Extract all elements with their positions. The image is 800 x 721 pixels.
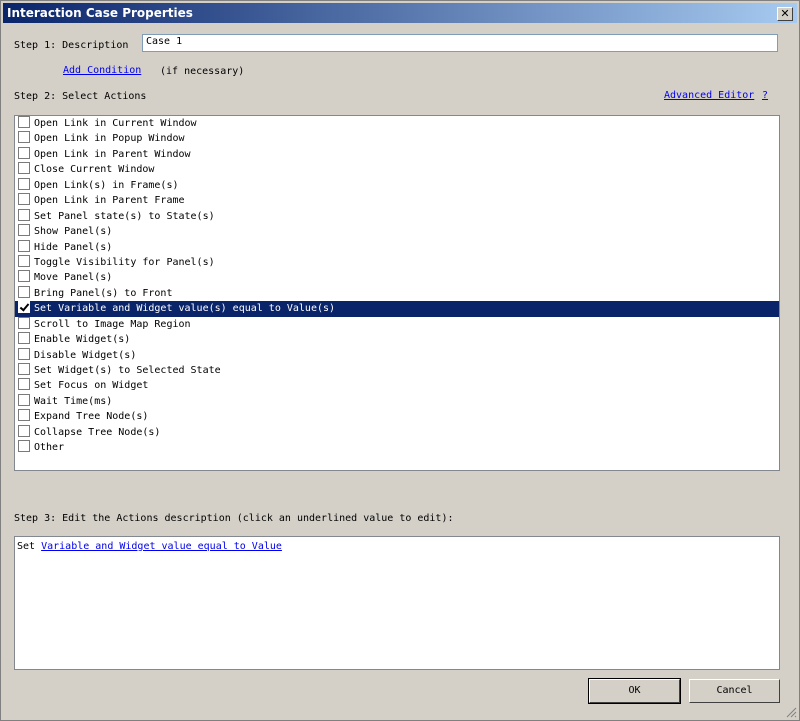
action-item[interactable]: Show Panel(s) bbox=[15, 224, 779, 239]
close-icon[interactable]: ✕ bbox=[777, 7, 793, 21]
dialog-window: Interaction Case Properties ✕ Step 1: De… bbox=[0, 0, 800, 721]
action-checkbox[interactable] bbox=[18, 378, 30, 391]
action-checkbox[interactable] bbox=[18, 224, 30, 237]
action-item[interactable]: Open Link in Current Window bbox=[15, 116, 779, 131]
action-item[interactable]: Enable Widget(s) bbox=[15, 332, 779, 347]
action-checkbox[interactable] bbox=[18, 208, 30, 221]
action-item[interactable]: Move Panel(s) bbox=[15, 270, 779, 285]
description-value-link[interactable]: Variable and Widget value equal to Value bbox=[41, 541, 282, 552]
action-checkbox[interactable] bbox=[18, 440, 30, 453]
title-bar[interactable]: Interaction Case Properties ✕ bbox=[3, 3, 797, 23]
step2-label: Step 2: Select Actions bbox=[14, 91, 147, 102]
advanced-editor-link[interactable]: Advanced Editor bbox=[664, 90, 754, 101]
action-checkbox[interactable] bbox=[18, 254, 30, 267]
step3-label: Step 3: Edit the Actions description (cl… bbox=[14, 513, 454, 524]
action-item[interactable]: Open Link(s) in Frame(s) bbox=[15, 177, 779, 193]
action-label: Set Variable and Widget value(s) equal t… bbox=[34, 303, 336, 315]
cancel-button[interactable]: Cancel bbox=[689, 679, 780, 703]
action-label: Scroll to Image Map Region bbox=[34, 318, 191, 330]
description-prefix: Set bbox=[17, 541, 42, 552]
action-item[interactable]: Wait Time(ms) bbox=[15, 393, 779, 409]
description-input[interactable]: Case 1 bbox=[142, 34, 778, 52]
action-label: Move Panel(s) bbox=[34, 272, 113, 284]
action-checkbox[interactable] bbox=[18, 162, 30, 175]
action-checkbox[interactable] bbox=[18, 332, 30, 345]
action-checkbox[interactable] bbox=[18, 131, 30, 144]
action-checkbox[interactable] bbox=[18, 285, 30, 298]
action-label: Open Link in Popup Window bbox=[34, 133, 185, 145]
action-item[interactable]: Scroll to Image Map Region bbox=[15, 316, 779, 332]
action-label: Show Panel(s) bbox=[34, 226, 113, 238]
ok-button[interactable]: OK bbox=[588, 678, 681, 704]
action-checkbox[interactable] bbox=[18, 424, 30, 437]
actions-list[interactable]: Open Link in Current Window Open Link in … bbox=[14, 115, 780, 471]
action-item[interactable]: Open Link in Parent Frame bbox=[15, 193, 779, 208]
action-label: Open Link in Parent Window bbox=[34, 148, 191, 160]
action-checkbox[interactable] bbox=[18, 347, 30, 360]
action-item[interactable]: Hide Panel(s) bbox=[15, 239, 779, 255]
action-checkbox[interactable] bbox=[18, 316, 30, 329]
action-item[interactable]: Set Widget(s) to Selected State bbox=[15, 363, 779, 378]
action-item[interactable]: Toggle Visibility for Panel(s) bbox=[15, 254, 779, 270]
action-checkbox[interactable] bbox=[18, 116, 30, 128]
action-label: Open Link(s) in Frame(s) bbox=[34, 179, 179, 191]
action-label: Open Link in Parent Frame bbox=[34, 195, 185, 207]
action-item[interactable]: Bring Panel(s) to Front bbox=[15, 285, 779, 301]
action-checkbox[interactable] bbox=[18, 193, 30, 206]
action-checkbox[interactable] bbox=[18, 177, 30, 190]
action-label: Set Widget(s) to Selected State bbox=[34, 365, 221, 376]
action-label: Open Link in Current Window bbox=[34, 118, 197, 129]
action-label: Bring Panel(s) to Front bbox=[34, 287, 173, 299]
action-item[interactable]: Disable Widget(s) bbox=[15, 347, 779, 363]
action-item[interactable]: Close Current Window bbox=[15, 162, 779, 177]
action-label: Set Focus on Widget bbox=[34, 380, 149, 392]
add-condition-link[interactable]: Add Condition bbox=[63, 65, 141, 76]
action-checkbox[interactable] bbox=[18, 409, 30, 422]
action-label: Hide Panel(s) bbox=[34, 241, 113, 253]
actions-description: Set Variable and Widget value equal to V… bbox=[14, 536, 780, 670]
action-label: Set Panel state(s) to State(s) bbox=[34, 210, 215, 222]
action-checkbox[interactable] bbox=[18, 363, 30, 375]
action-label: Expand Tree Node(s) bbox=[34, 411, 149, 423]
action-label: Enable Widget(s) bbox=[34, 334, 131, 346]
action-label: Disable Widget(s) bbox=[34, 349, 137, 361]
action-item[interactable]: Open Link in Popup Window bbox=[15, 131, 779, 146]
step1-label: Step 1: Description bbox=[14, 40, 129, 51]
action-item[interactable]: Set Panel state(s) to State(s) bbox=[15, 208, 779, 224]
action-checkbox[interactable] bbox=[18, 393, 30, 406]
action-label: Collapse Tree Node(s) bbox=[34, 426, 161, 438]
action-checkbox[interactable] bbox=[18, 301, 30, 314]
window-title: Interaction Case Properties bbox=[7, 6, 193, 20]
action-item[interactable]: Set Focus on Widget bbox=[15, 378, 779, 393]
action-label: Close Current Window bbox=[34, 164, 155, 176]
help-link[interactable]: ? bbox=[762, 90, 768, 101]
action-label: Toggle Visibility for Panel(s) bbox=[34, 256, 215, 268]
action-item[interactable]: Collapse Tree Node(s) bbox=[15, 424, 779, 440]
action-checkbox[interactable] bbox=[18, 146, 30, 159]
action-label: Wait Time(ms) bbox=[34, 395, 113, 407]
action-checkbox[interactable] bbox=[18, 239, 30, 252]
action-checkbox[interactable] bbox=[18, 270, 30, 283]
action-item[interactable]: Set Variable and Widget value(s) equal t… bbox=[15, 301, 779, 317]
if-necessary-note: (if necessary) bbox=[160, 66, 245, 77]
action-item[interactable]: Open Link in Parent Window bbox=[15, 146, 779, 162]
resize-grip-icon[interactable] bbox=[785, 706, 797, 718]
action-item[interactable]: Other bbox=[15, 440, 779, 455]
action-item[interactable]: Expand Tree Node(s) bbox=[15, 409, 779, 424]
action-label: Other bbox=[34, 442, 65, 454]
